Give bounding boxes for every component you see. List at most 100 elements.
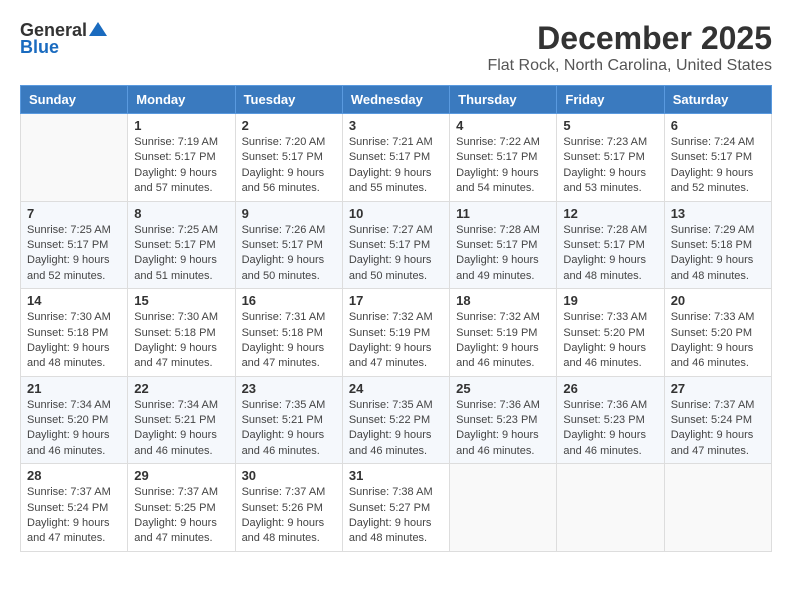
day-number: 1	[134, 118, 228, 133]
day-info: Sunrise: 7:33 AM Sunset: 5:20 PM Dayligh…	[671, 310, 765, 372]
day-info: Sunrise: 7:21 AM Sunset: 5:17 PM Dayligh…	[349, 135, 443, 197]
day-number: 30	[242, 468, 336, 483]
day-number: 25	[456, 381, 550, 396]
calendar-day-5: 5Sunrise: 7:23 AM Sunset: 5:17 PM Daylig…	[557, 114, 664, 202]
day-number: 15	[134, 293, 228, 308]
day-number: 28	[27, 468, 121, 483]
day-number: 3	[349, 118, 443, 133]
calendar-day-29: 29 Sunrise: 7:37 AM Sunset: 5:25 PM Dayli…	[128, 464, 235, 552]
day-number: 14	[27, 293, 121, 308]
calendar-day-4: 4 Sunrise: 7:22 AM Sunset: 5:17 PM Daylig…	[450, 114, 557, 202]
day-number: 18	[456, 293, 550, 308]
calendar-header-row: SundayMondayTuesdayWednesdayThursdayFrid…	[21, 86, 772, 114]
day-info: Sunrise: 7:30 AM Sunset: 5:18 PM Dayligh…	[134, 310, 228, 372]
day-info: Sunrise: 7:28 AM Sunset: 5:17 PM Dayligh…	[563, 223, 657, 285]
day-info: Sunrise: 7:31 AM Sunset: 5:18 PM Dayligh…	[242, 310, 336, 372]
calendar-day-14: 14 Sunrise: 7:30 AM Sunset: 5:18 PM Dayli…	[21, 289, 128, 377]
calendar-day-3: 3 Sunrise: 7:21 AM Sunset: 5:17 PM Daylig…	[342, 114, 449, 202]
day-number: 9	[242, 206, 336, 221]
calendar-day-2: 2 Sunrise: 7:20 AM Sunset: 5:17 PM Daylig…	[235, 114, 342, 202]
day-info: Sunrise: 7:35 AM Sunset: 5:22 PM Dayligh…	[349, 398, 443, 460]
day-info: Sunrise: 7:32 AM Sunset: 5:19 PM Dayligh…	[349, 310, 443, 372]
day-number: 29	[134, 468, 228, 483]
calendar-day-20: 20 Sunrise: 7:33 AM Sunset: 5:20 PM Dayli…	[664, 289, 771, 377]
calendar-day-26: 26Sunrise: 7:36 AM Sunset: 5:23 PM Dayli…	[557, 376, 664, 464]
weekday-header-wednesday: Wednesday	[342, 86, 449, 114]
calendar-week-row: 28 Sunrise: 7:37 AM Sunset: 5:24 PM Dayli…	[21, 464, 772, 552]
calendar-table: SundayMondayTuesdayWednesdayThursdayFrid…	[20, 85, 772, 552]
day-info: Sunrise: 7:35 AM Sunset: 5:21 PM Dayligh…	[242, 398, 336, 460]
day-number: 20	[671, 293, 765, 308]
weekday-header-monday: Monday	[128, 86, 235, 114]
day-number: 17	[349, 293, 443, 308]
calendar-day-7: 7 Sunrise: 7:25 AM Sunset: 5:17 PM Daylig…	[21, 201, 128, 289]
day-number: 11	[456, 206, 550, 221]
calendar-week-row: 7 Sunrise: 7:25 AM Sunset: 5:17 PM Daylig…	[21, 201, 772, 289]
calendar-day-31: 31Sunrise: 7:38 AM Sunset: 5:27 PM Dayli…	[342, 464, 449, 552]
day-info: Sunrise: 7:19 AM Sunset: 5:17 PM Dayligh…	[134, 135, 228, 197]
day-info: Sunrise: 7:38 AM Sunset: 5:27 PM Dayligh…	[349, 485, 443, 547]
day-info: Sunrise: 7:36 AM Sunset: 5:23 PM Dayligh…	[456, 398, 550, 460]
day-info: Sunrise: 7:29 AM Sunset: 5:18 PM Dayligh…	[671, 223, 765, 285]
calendar-week-row: 14 Sunrise: 7:30 AM Sunset: 5:18 PM Dayli…	[21, 289, 772, 377]
calendar-day-15: 15 Sunrise: 7:30 AM Sunset: 5:18 PM Dayli…	[128, 289, 235, 377]
calendar-day-9: 9 Sunrise: 7:26 AM Sunset: 5:17 PM Daylig…	[235, 201, 342, 289]
day-number: 12	[563, 206, 657, 221]
logo: General Blue	[20, 20, 107, 58]
calendar-day-17: 17 Sunrise: 7:32 AM Sunset: 5:19 PM Dayli…	[342, 289, 449, 377]
day-info: Sunrise: 7:23 AM Sunset: 5:17 PM Dayligh…	[563, 135, 657, 197]
day-info: Sunrise: 7:34 AM Sunset: 5:21 PM Dayligh…	[134, 398, 228, 460]
day-info: Sunrise: 7:28 AM Sunset: 5:17 PM Dayligh…	[456, 223, 550, 285]
calendar-day-19: 19 Sunrise: 7:33 AM Sunset: 5:20 PM Dayli…	[557, 289, 664, 377]
day-info: Sunrise: 7:32 AM Sunset: 5:19 PM Dayligh…	[456, 310, 550, 372]
weekday-header-sunday: Sunday	[21, 86, 128, 114]
day-number: 24	[349, 381, 443, 396]
title-area: December 2025 Flat Rock, North Carolina,…	[487, 20, 772, 75]
calendar-week-row: 21 Sunrise: 7:34 AM Sunset: 5:20 PM Dayli…	[21, 376, 772, 464]
day-number: 13	[671, 206, 765, 221]
day-info: Sunrise: 7:22 AM Sunset: 5:17 PM Dayligh…	[456, 135, 550, 197]
day-number: 2	[242, 118, 336, 133]
calendar-day-11: 11 Sunrise: 7:28 AM Sunset: 5:17 PM Dayli…	[450, 201, 557, 289]
calendar-day-25: 25 Sunrise: 7:36 AM Sunset: 5:23 PM Dayli…	[450, 376, 557, 464]
calendar-day-18: 18 Sunrise: 7:32 AM Sunset: 5:19 PM Dayli…	[450, 289, 557, 377]
day-number: 8	[134, 206, 228, 221]
day-number: 26	[563, 381, 657, 396]
weekday-header-friday: Friday	[557, 86, 664, 114]
day-number: 4	[456, 118, 550, 133]
location-title: Flat Rock, North Carolina, United States	[487, 57, 772, 75]
calendar-day-10: 10Sunrise: 7:27 AM Sunset: 5:17 PM Dayli…	[342, 201, 449, 289]
calendar-day-1: 1 Sunrise: 7:19 AM Sunset: 5:17 PM Daylig…	[128, 114, 235, 202]
weekday-header-thursday: Thursday	[450, 86, 557, 114]
month-title: December 2025	[487, 20, 772, 57]
day-number: 19	[563, 293, 657, 308]
day-number: 27	[671, 381, 765, 396]
weekday-header-saturday: Saturday	[664, 86, 771, 114]
weekday-header-tuesday: Tuesday	[235, 86, 342, 114]
day-info: Sunrise: 7:26 AM Sunset: 5:17 PM Dayligh…	[242, 223, 336, 285]
calendar-day-30: 30Sunrise: 7:37 AM Sunset: 5:26 PM Dayli…	[235, 464, 342, 552]
day-info: Sunrise: 7:37 AM Sunset: 5:25 PM Dayligh…	[134, 485, 228, 547]
calendar-week-row: 1 Sunrise: 7:19 AM Sunset: 5:17 PM Daylig…	[21, 114, 772, 202]
header: General Blue December 2025 Flat Rock, No…	[20, 20, 772, 75]
day-info: Sunrise: 7:27 AM Sunset: 5:17 PM Dayligh…	[349, 223, 443, 285]
calendar-day-empty	[664, 464, 771, 552]
day-info: Sunrise: 7:25 AM Sunset: 5:17 PM Dayligh…	[27, 223, 121, 285]
day-info: Sunrise: 7:30 AM Sunset: 5:18 PM Dayligh…	[27, 310, 121, 372]
day-info: Sunrise: 7:20 AM Sunset: 5:17 PM Dayligh…	[242, 135, 336, 197]
day-number: 7	[27, 206, 121, 221]
calendar-day-28: 28 Sunrise: 7:37 AM Sunset: 5:24 PM Dayli…	[21, 464, 128, 552]
calendar-day-empty	[21, 114, 128, 202]
day-info: Sunrise: 7:24 AM Sunset: 5:17 PM Dayligh…	[671, 135, 765, 197]
calendar-day-22: 22Sunrise: 7:34 AM Sunset: 5:21 PM Dayli…	[128, 376, 235, 464]
day-number: 21	[27, 381, 121, 396]
day-number: 16	[242, 293, 336, 308]
calendar-day-empty	[557, 464, 664, 552]
calendar-day-23: 23Sunrise: 7:35 AM Sunset: 5:21 PM Dayli…	[235, 376, 342, 464]
day-info: Sunrise: 7:34 AM Sunset: 5:20 PM Dayligh…	[27, 398, 121, 460]
day-info: Sunrise: 7:33 AM Sunset: 5:20 PM Dayligh…	[563, 310, 657, 372]
calendar-day-24: 24 Sunrise: 7:35 AM Sunset: 5:22 PM Dayli…	[342, 376, 449, 464]
calendar-day-16: 16 Sunrise: 7:31 AM Sunset: 5:18 PM Dayli…	[235, 289, 342, 377]
day-info: Sunrise: 7:25 AM Sunset: 5:17 PM Dayligh…	[134, 223, 228, 285]
day-info: Sunrise: 7:37 AM Sunset: 5:24 PM Dayligh…	[27, 485, 121, 547]
